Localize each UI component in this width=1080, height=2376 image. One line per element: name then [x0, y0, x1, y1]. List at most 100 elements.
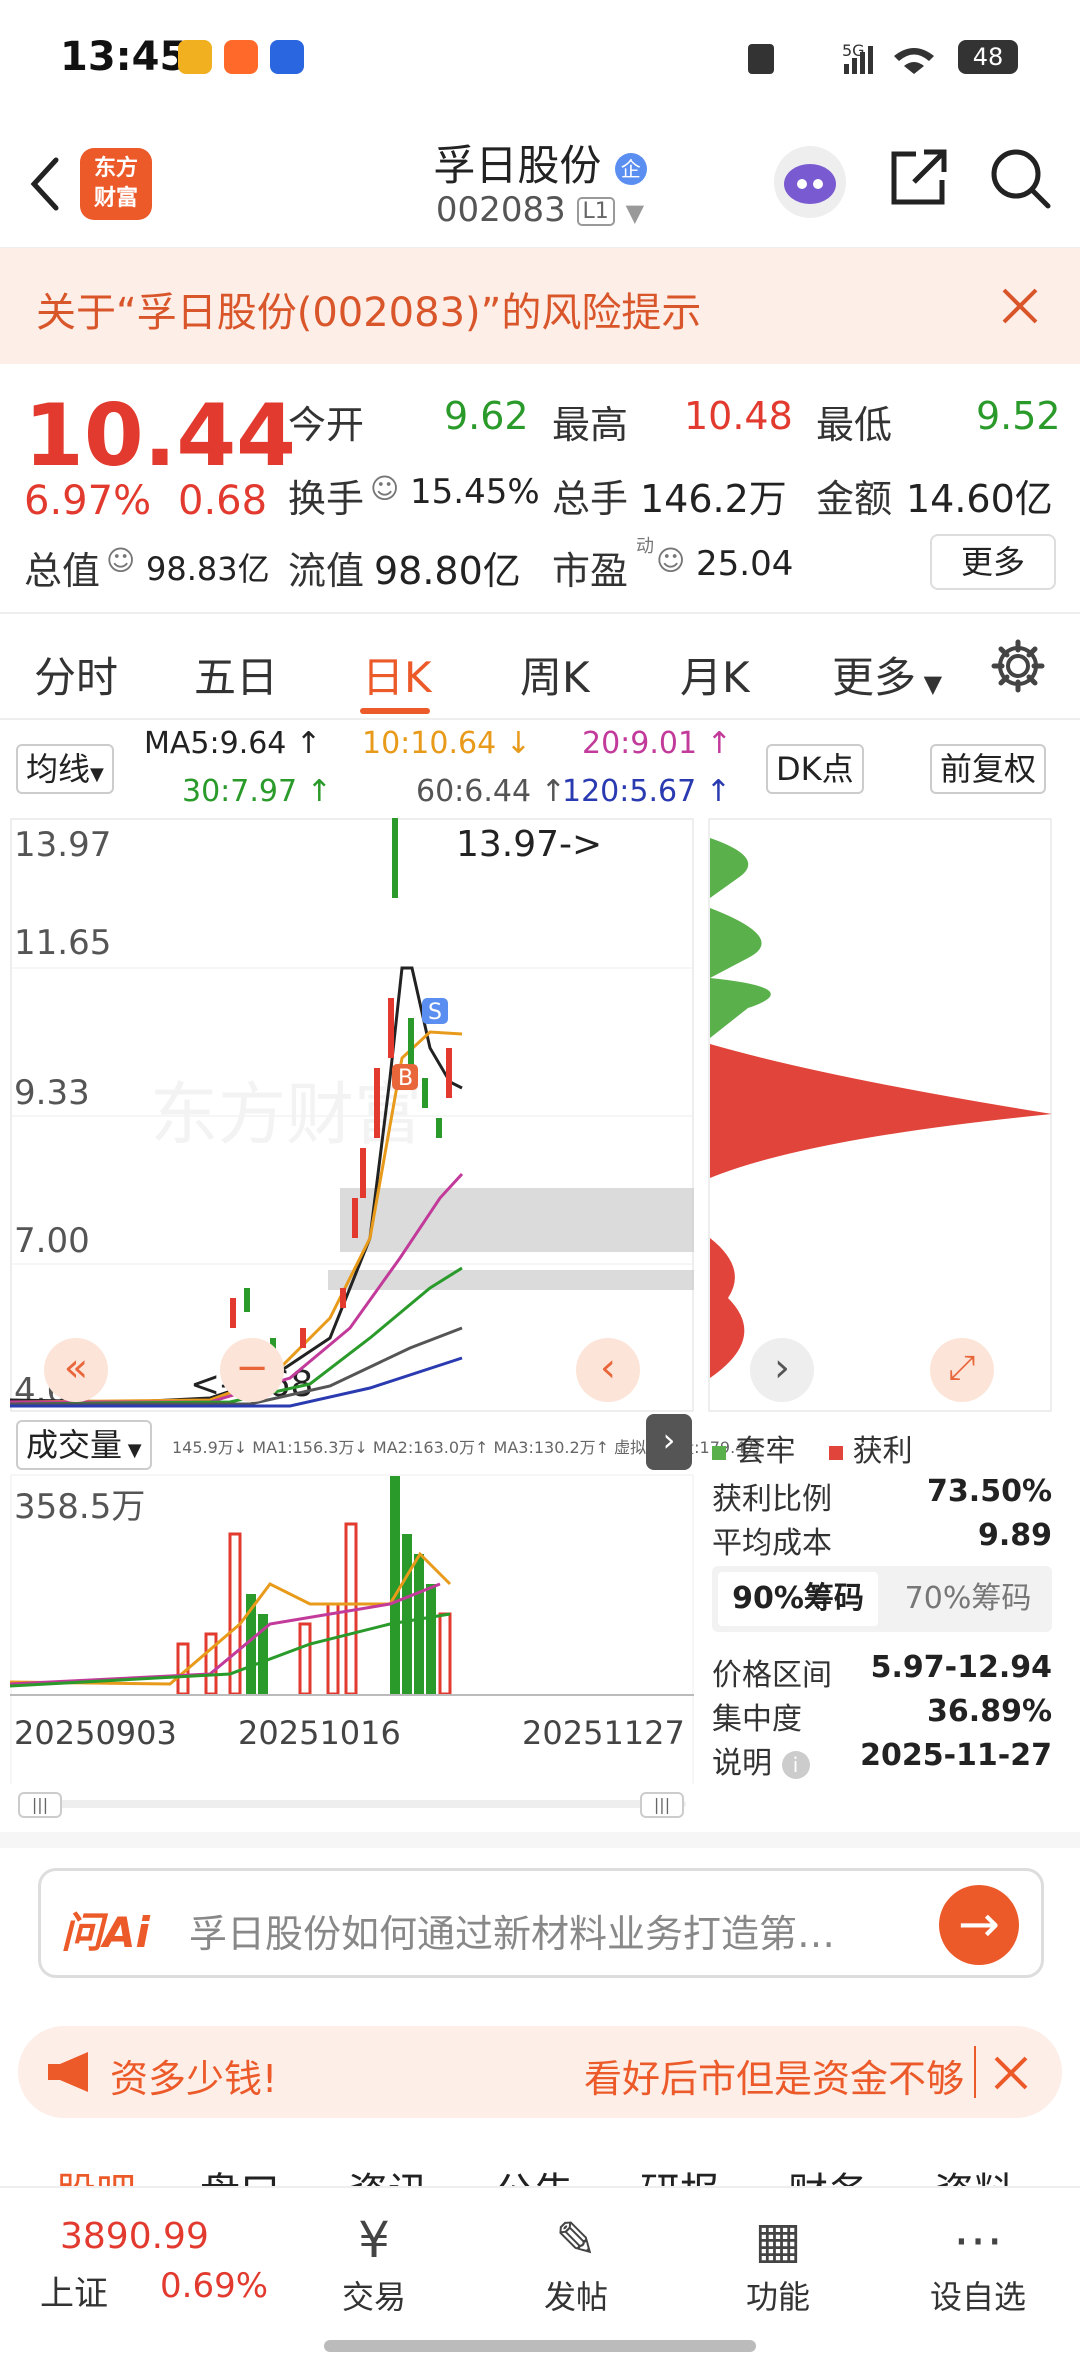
- tab-monthly-k[interactable]: 月K: [680, 644, 750, 705]
- active-tab-indicator: [360, 708, 430, 714]
- nav-add-watchlist[interactable]: ⋯ 设自选: [908, 2208, 1048, 2318]
- range-handle-left[interactable]: |||: [18, 1792, 62, 1818]
- change-amount: 0.68: [178, 478, 268, 524]
- index-value[interactable]: 3890.99: [60, 2216, 209, 2257]
- tab-five-day[interactable]: 五日: [194, 644, 278, 705]
- volume-selector[interactable]: 成交量 ▼: [16, 1420, 152, 1470]
- promo-banner[interactable]: 资多少钱! 看好后市但是资金不够: [18, 2026, 1062, 2118]
- ma30-value: 30:7.97 ↑: [182, 774, 332, 809]
- risk-banner[interactable]: 关于“孚日股份(002083)”的风险提示: [0, 248, 1080, 364]
- gear-icon[interactable]: [990, 638, 1046, 694]
- date-label: 20251016: [238, 1714, 401, 1752]
- range-slider-track[interactable]: [18, 1800, 686, 1808]
- chip-legend: 套牢 获利: [712, 1426, 1052, 1470]
- zoom-out-icon[interactable]: −: [220, 1338, 284, 1402]
- arrow-right-icon[interactable]: →: [939, 1885, 1019, 1965]
- more-quote-button[interactable]: 更多: [930, 534, 1056, 590]
- chevron-right-icon[interactable]: ›: [750, 1338, 814, 1402]
- amount-label: 金额: [816, 477, 893, 521]
- nav-trade[interactable]: ¥ 交易: [304, 2208, 444, 2318]
- profit-legend-label: 获利: [852, 1434, 913, 1469]
- chip-distribution-chart: [708, 818, 1052, 1412]
- note-label: 说明: [712, 1746, 772, 1781]
- ma120-value: 120:5.67 ↑: [562, 774, 731, 809]
- expand-icon[interactable]: ⤢: [930, 1338, 994, 1402]
- pe-superscript: 动: [636, 536, 654, 557]
- volume-value: 146.2万: [640, 477, 787, 521]
- nav-add-watchlist-label: 设自选: [929, 2278, 1026, 2316]
- pe-value: 25.04: [696, 544, 794, 584]
- home-indicator[interactable]: [324, 2340, 756, 2352]
- concentration-row: 集中度 36.89%: [712, 1694, 1052, 1738]
- ask-ai-bar[interactable]: 问Ai 孚日股份如何通过新材料业务打造第… →: [38, 1868, 1044, 1978]
- range-handle-right[interactable]: |||: [640, 1792, 684, 1818]
- ma5-value: MA5:9.64 ↑: [144, 726, 322, 761]
- divider: [974, 2046, 976, 2098]
- y-label: 9.33: [14, 1073, 90, 1113]
- tab-financials[interactable]: 财务: [788, 2160, 868, 2186]
- index-change[interactable]: 0.69%: [160, 2266, 268, 2306]
- nav-post[interactable]: ✎ 发帖: [506, 2208, 646, 2318]
- tab-profile[interactable]: 资料: [934, 2160, 1014, 2186]
- avg-cost-value: 9.89: [977, 1518, 1052, 1553]
- float-value: 98.80亿: [374, 549, 521, 593]
- quote-panel: 10.44 6.97% 0.68 总值 ☺ 98.83亿 今开 9.62 最高 …: [0, 364, 1080, 614]
- tab-more[interactable]: 更多 ▼: [832, 644, 942, 705]
- tab-news[interactable]: 资讯: [348, 2160, 428, 2186]
- info-icon[interactable]: i: [781, 1750, 810, 1779]
- ma-selector[interactable]: 均线▼: [16, 744, 114, 794]
- edit-icon: ✎: [555, 2211, 597, 2269]
- adjust-button[interactable]: 前复权: [930, 744, 1047, 794]
- tab-daily-k[interactable]: 日K: [362, 644, 432, 705]
- step-back-icon[interactable]: ‹: [576, 1338, 640, 1402]
- kline-chart[interactable]: 东方财富 13.97 11.65 9.33 7.00 4.68 13.97-> …: [10, 818, 694, 1412]
- nav-functions[interactable]: ▦ 功能: [708, 2208, 848, 2318]
- tab-weekly-k[interactable]: 周K: [520, 644, 590, 705]
- tab-research[interactable]: 研报: [640, 2160, 720, 2186]
- open-label: 今开: [288, 403, 365, 447]
- share-icon[interactable]: [886, 146, 950, 210]
- scroll-left-icon[interactable]: «: [44, 1338, 108, 1402]
- robot-assistant-icon[interactable]: [772, 144, 848, 220]
- profit-legend-swatch: [829, 1445, 844, 1460]
- concentration-label: 集中度: [712, 1702, 802, 1737]
- status-bar: 13:45 5G 48: [0, 0, 1080, 118]
- ask-ai-prompt[interactable]: 孚日股份如何通过新材料业务打造第…: [189, 1903, 929, 1958]
- close-icon[interactable]: [992, 2054, 1030, 2092]
- tab-chip-70[interactable]: 70%筹码: [888, 1572, 1048, 1626]
- ma60-value: 60:6.44 ↑: [416, 774, 566, 809]
- status-time: 13:45: [60, 34, 188, 80]
- tab-chip-90[interactable]: 90%筹码: [718, 1572, 878, 1626]
- last-price: 10.44: [24, 386, 297, 486]
- volume-selector-label: 成交量: [26, 1426, 123, 1464]
- dk-points-button[interactable]: DK点: [766, 744, 864, 794]
- tab-orderbook[interactable]: 盘口: [200, 2160, 280, 2186]
- info-icon[interactable]: ☺: [656, 544, 685, 577]
- chevron-right-icon[interactable]: ›: [646, 1414, 692, 1470]
- pe-label: 市盈: [552, 549, 629, 593]
- tab-intraday[interactable]: 分时: [34, 644, 118, 705]
- avg-cost-row: 平均成本 9.89: [712, 1518, 1052, 1562]
- volume-label: 总手: [552, 477, 629, 521]
- tab-announcements[interactable]: 公告: [494, 2160, 574, 2186]
- volume-max-label: 358.5万: [14, 1487, 145, 1527]
- app-notification-icon: [224, 40, 258, 74]
- price-range-label: 价格区间: [712, 1658, 832, 1693]
- date-label: 20251127: [522, 1714, 685, 1752]
- index-name[interactable]: 上证: [40, 2266, 108, 2315]
- info-icon[interactable]: ☺: [370, 472, 399, 505]
- nav-functions-label: 功能: [745, 2278, 810, 2316]
- trapped-legend-swatch: [712, 1445, 726, 1460]
- section-divider: [0, 1832, 1080, 1848]
- high-marker: 13.97->: [456, 824, 602, 865]
- search-icon[interactable]: [988, 146, 1054, 212]
- ma-selector-label: 均线: [26, 750, 91, 788]
- tab-forum[interactable]: 股吧: [56, 2160, 136, 2186]
- promo-left-text: 资多少钱!: [110, 2057, 278, 2101]
- megaphone-icon: [48, 2052, 88, 2092]
- info-icon[interactable]: ☺: [106, 544, 135, 577]
- volume-chart: 358.5万 20250903 20251016 20251127: [10, 1474, 694, 1784]
- mcap-value: 98.83亿: [146, 550, 270, 588]
- close-icon[interactable]: [998, 284, 1042, 328]
- open-value: 9.62: [444, 394, 529, 438]
